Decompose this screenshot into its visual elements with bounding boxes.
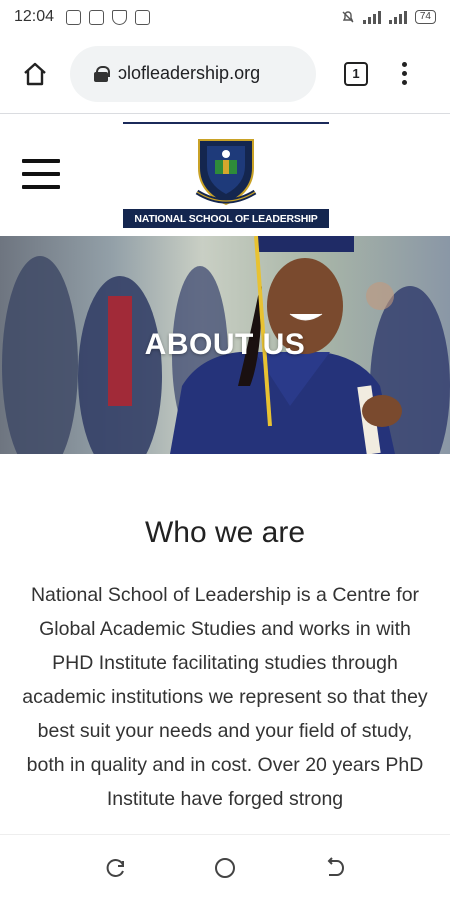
- url-text: ɔlofleadership.org: [118, 63, 261, 83]
- menu-line: [22, 172, 60, 176]
- image-icon: [66, 9, 82, 25]
- home-button[interactable]: [0, 60, 70, 88]
- crest-icon: [195, 139, 257, 206]
- home-nav-button[interactable]: [214, 857, 236, 879]
- logo-text: NATIONAL SCHOOL OF LEADERSHIP: [123, 209, 329, 228]
- status-bar: 12:04 74: [0, 0, 450, 34]
- dot-icon: [402, 71, 407, 76]
- dot-icon: [402, 80, 407, 85]
- shield-icon: [112, 9, 128, 25]
- clipboard-icon: [89, 9, 105, 25]
- home-circle-icon: [214, 857, 235, 878]
- logo-divider: [123, 122, 329, 124]
- signal-icon: [388, 10, 407, 24]
- browser-toolbar: ɔlofleadership.org 1: [0, 34, 450, 114]
- hero-title: ABOUT US: [144, 328, 306, 361]
- tab-switcher-button[interactable]: 1: [344, 61, 368, 86]
- system-nav-bar: [0, 834, 450, 900]
- mute-icon: [342, 11, 354, 23]
- signal-icon: [362, 10, 381, 24]
- site-header: NATIONAL SCHOOL OF LEADERSHIP: [0, 114, 450, 236]
- about-section: Who we are National School of Leadership…: [0, 454, 450, 834]
- recent-apps-button[interactable]: [105, 857, 127, 879]
- hero-banner: ABOUT US: [0, 236, 450, 454]
- address-bar[interactable]: ɔlofleadership.org: [70, 45, 316, 102]
- section-body: National School of Leadership is a Centr…: [22, 584, 428, 810]
- dot-icon: [402, 62, 407, 67]
- back-button[interactable]: [323, 856, 345, 879]
- recent-apps-icon: [106, 858, 125, 877]
- status-time: 12:04: [14, 8, 55, 25]
- site-logo[interactable]: NATIONAL SCHOOL OF LEADERSHIP: [123, 122, 329, 228]
- lock-icon: [94, 65, 110, 82]
- hamburger-menu-button[interactable]: [22, 159, 60, 189]
- browser-menu-button[interactable]: [402, 62, 407, 85]
- back-icon: [327, 856, 344, 876]
- menu-line: [22, 185, 60, 189]
- menu-line: [22, 159, 60, 163]
- battery-indicator: 74: [414, 10, 436, 24]
- home-icon: [24, 62, 46, 85]
- device-icon: [135, 9, 151, 25]
- status-icons-left: [66, 9, 151, 25]
- status-icons-right: 74: [341, 10, 436, 24]
- section-title: Who we are: [144, 516, 306, 549]
